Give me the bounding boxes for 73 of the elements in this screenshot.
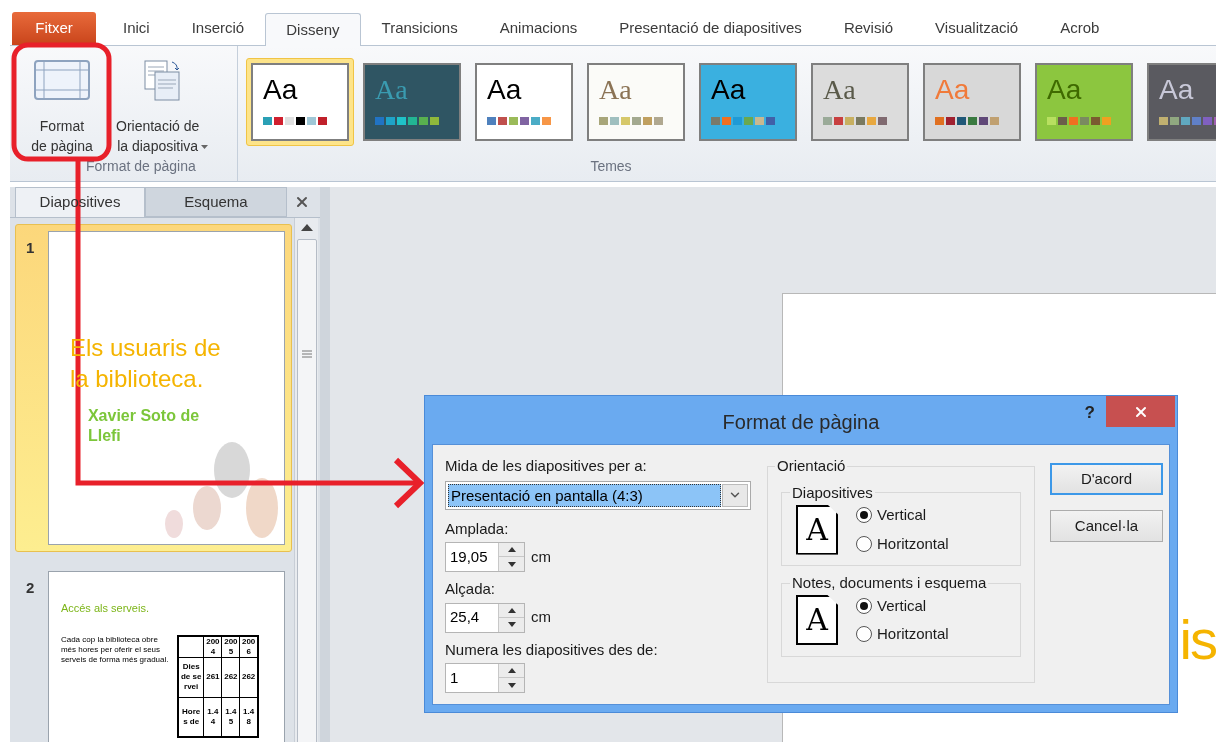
table-cell: Dies de servei [180, 662, 202, 691]
ribbon-tab[interactable]: Inserció [170, 12, 266, 45]
triangle-down-icon [507, 682, 516, 688]
slide-number: 2 [26, 578, 36, 598]
radio-label[interactable]: Horitzontal [877, 623, 949, 646]
file-tab[interactable]: Fitxer [12, 12, 96, 45]
radio-button[interactable] [856, 535, 872, 552]
table-cell: 262 [224, 672, 238, 681]
group-label: Diapositives [791, 482, 874, 503]
radio-label[interactable]: Vertical [877, 594, 927, 617]
table-cell: 1.48 [243, 706, 255, 726]
radio-label[interactable]: Vertical [877, 504, 927, 527]
ribbon-tab[interactable]: Presentació de diapositives [598, 12, 823, 45]
ribbon-tab[interactable]: Revisió [822, 12, 915, 45]
page-icon: A [796, 504, 838, 555]
dialog-button[interactable]: Cancel·la [1050, 510, 1163, 542]
dialog-title: Format de pàgina [722, 410, 880, 435]
slide-subtitle: Xavier Soto de Llefi [87, 406, 201, 446]
bullet-text: Cada cop la biblioteca obre més hores per oferir el seus serveis de forma més gradual. [60, 634, 170, 666]
table-cell: 261 [206, 672, 220, 681]
triangle-up-icon [507, 668, 516, 673]
page-icon: A [796, 595, 838, 645]
group-label: Format de pàgina [86, 157, 196, 176]
close-button[interactable] [1106, 396, 1175, 427]
field-label: Numera les diapositives des de: [445, 639, 659, 660]
group-label: Orientació [776, 456, 847, 476]
ribbon-tab[interactable]: Disseny [265, 13, 361, 46]
scrollbar[interactable] [294, 218, 318, 742]
slide-number: 1 [26, 238, 36, 258]
slide-title-text: is [1179, 610, 1216, 670]
table-cell: 2004 [206, 636, 220, 656]
triangle-up-icon [507, 547, 516, 552]
scroll-thumb[interactable] [296, 239, 317, 742]
ribbon-tab[interactable]: Inici [102, 12, 171, 45]
unit-label: cm [531, 607, 551, 628]
field-label: Alçada: [445, 579, 497, 599]
pane-tab[interactable]: Esquema [145, 187, 287, 217]
table-cell: 2006 [241, 636, 256, 656]
triangle-down-icon [507, 561, 516, 567]
radio-button[interactable] [856, 507, 872, 524]
triangle-down-icon [507, 622, 516, 627]
ribbon-tab[interactable]: Acrob [1039, 12, 1121, 45]
slide-title: Accés als serveis. [60, 601, 150, 616]
table-cell: 1.45 [225, 706, 237, 726]
scroll-up-icon [300, 224, 313, 231]
radio-button[interactable] [856, 597, 872, 614]
table-cell: Hores de [182, 706, 201, 726]
table-cell: 2005 [224, 636, 238, 656]
number-field[interactable]: 1 [445, 663, 525, 693]
radio-button[interactable] [856, 626, 872, 643]
unit-label: cm [531, 546, 551, 567]
number-field[interactable]: 19,05 [445, 542, 525, 572]
slide-item[interactable]: 2 Accés als serveis. Cada cop la biblioteca obre més hores per oferir el seus serveis de forma més gradual. 2004 2005 2006 Dies de servei 261 262 262 Hores de 1.44 1.45 1.48 [15, 564, 292, 742]
help-button[interactable]: ? [1084, 400, 1095, 426]
ribbon-tab[interactable]: Transicions [360, 12, 479, 45]
close-icon [294, 194, 310, 210]
group-label: Temes [590, 157, 632, 176]
size-dropdown[interactable]: Presentació en pantalla (4:3) [445, 480, 751, 510]
table-cell: 262 [241, 672, 256, 681]
field-label: Amplada: [445, 518, 510, 539]
theme-thumbnail[interactable]: Aa [246, 58, 354, 146]
group-label: Notes, documents i esquema [791, 573, 988, 593]
dialog-button[interactable]: D'acord [1050, 463, 1163, 495]
number-field[interactable]: 25,4 [445, 602, 525, 633]
ribbon-tab[interactable]: Visualització [914, 12, 1040, 45]
ribbon-button[interactable]: Format de pàgina [14, 46, 110, 156]
radio-label[interactable]: Horitzontal [877, 532, 949, 555]
ribbon-button[interactable]: Orientació de la diapositiva [114, 46, 211, 156]
field-label: Mida de les diapositives per a: [445, 456, 648, 476]
table-cell: 1.44 [207, 706, 219, 726]
ribbon-tab[interactable]: Animacions [478, 12, 599, 45]
grip-icon [301, 350, 312, 358]
triangle-up-icon [507, 607, 516, 613]
